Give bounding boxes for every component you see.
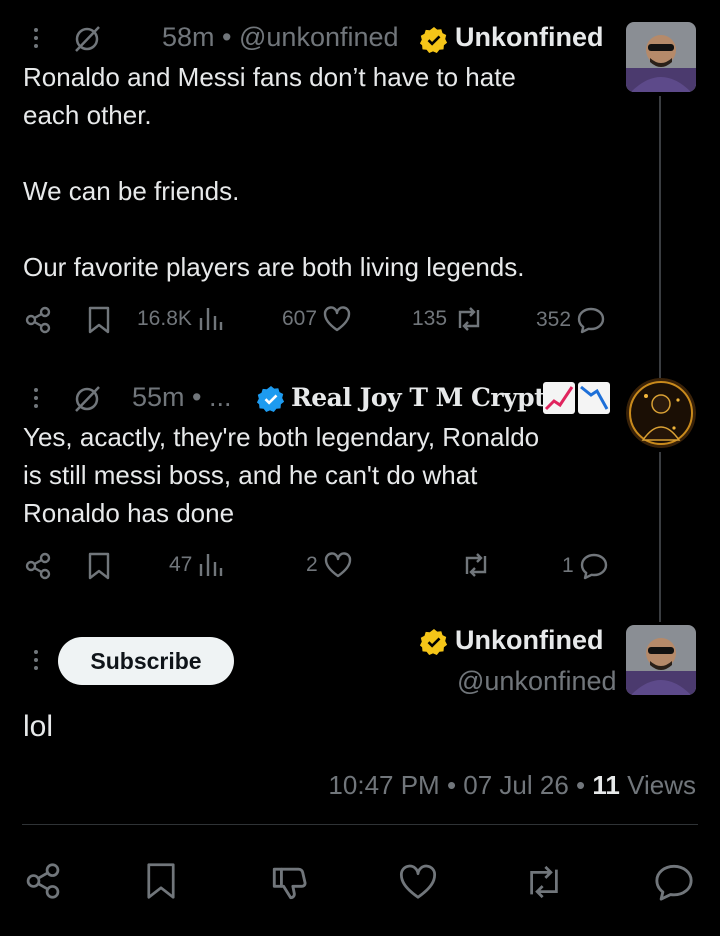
chart-up-emoji: [542, 381, 576, 420]
views-chart-icon: [200, 554, 223, 576]
reply-count: 1: [562, 554, 574, 577]
views-button[interactable]: 47: [169, 552, 224, 578]
views-count: 47: [169, 553, 193, 576]
views-count: 16.8K: [137, 307, 192, 330]
tweet-text: Yes, acactly, they're both legendary, Ro…: [23, 422, 540, 528]
repost-button[interactable]: [522, 864, 566, 905]
like-button[interactable]: 2: [306, 552, 352, 578]
heart-icon: [400, 864, 436, 899]
avatar[interactable]: [626, 22, 696, 92]
bookmark-button[interactable]: [87, 306, 111, 334]
meta-ellipsis: • ...: [192, 382, 232, 412]
views-count: 11: [592, 770, 620, 800]
tweet-handle[interactable]: @unkonfined: [239, 22, 399, 52]
reply-button[interactable]: 352: [536, 306, 605, 334]
avatar[interactable]: [626, 378, 696, 448]
share-button[interactable]: [24, 862, 62, 905]
author-name[interactable]: Unkonfined: [455, 22, 604, 53]
more-vertical-icon[interactable]: [34, 388, 40, 412]
tweet-timestamp: 10:47 PM • 07 Jul 26 • 11 Views: [328, 770, 696, 800]
share-button[interactable]: [24, 552, 52, 580]
tweet-text: lol: [23, 710, 54, 743]
author-name[interactable]: Unkonfined: [455, 625, 604, 656]
reply-button[interactable]: [654, 862, 694, 907]
chart-down-emoji: [577, 381, 611, 420]
date: 07 Jul 26: [463, 770, 569, 800]
mute-circle-icon[interactable]: [72, 24, 102, 59]
reply-icon: [580, 553, 607, 580]
tweet-meta: 58m • @unkonfined: [162, 22, 399, 52]
dislike-button[interactable]: [270, 862, 310, 907]
repost-icon: [465, 553, 487, 577]
tweet-text: Ronaldo and Messi fans don’t have to hat…: [23, 62, 525, 282]
more-vertical-icon[interactable]: [34, 650, 40, 674]
verified-gold-icon: [419, 628, 448, 661]
verified-blue-icon: [256, 385, 285, 418]
share-icon: [25, 306, 51, 334]
repost-count: 135: [412, 307, 448, 330]
bookmark-icon: [88, 306, 110, 334]
verified-gold-icon: [419, 26, 448, 59]
heart-icon: [323, 306, 351, 332]
repost-icon: [458, 307, 480, 331]
bookmark-icon: [88, 552, 110, 580]
like-count: 2: [306, 553, 318, 576]
thread-connector-line: [659, 452, 661, 622]
author-handle[interactable]: @unkonfined: [457, 666, 617, 697]
reply-icon: [655, 864, 693, 901]
reply-count: 352: [536, 308, 572, 331]
bookmark-icon: [147, 863, 175, 899]
repost-icon: [530, 865, 558, 899]
tweet-meta: 55m • ...: [132, 382, 232, 413]
more-vertical-icon[interactable]: [34, 28, 40, 52]
share-icon: [26, 863, 60, 899]
tweet-time: 58m: [162, 22, 215, 52]
time: 10:47 PM: [328, 770, 440, 800]
like-button[interactable]: 607: [282, 306, 351, 332]
divider: [22, 824, 698, 825]
views-label: Views: [627, 770, 696, 800]
author-name[interactable]: Real Joy T M Crypto: [291, 383, 562, 412]
reply-icon: [577, 307, 605, 334]
repost-button[interactable]: [454, 552, 492, 578]
subscribe-button[interactable]: Subscribe: [58, 637, 234, 685]
share-icon: [25, 552, 51, 580]
like-button[interactable]: [398, 864, 438, 905]
heart-icon: [324, 552, 351, 578]
views-button[interactable]: 16.8K: [137, 306, 224, 332]
mute-circle-icon[interactable]: [72, 384, 102, 419]
repost-button[interactable]: 135: [412, 306, 485, 332]
reply-button[interactable]: 1: [562, 552, 608, 580]
bookmark-button[interactable]: [87, 552, 111, 580]
thread-connector-line: [659, 96, 661, 378]
tweet-time: 55m: [132, 382, 185, 412]
views-chart-icon: [199, 308, 223, 330]
dislike-icon: [272, 867, 307, 900]
bookmark-button[interactable]: [144, 862, 178, 905]
like-count: 607: [282, 307, 318, 330]
share-button[interactable]: [24, 306, 52, 334]
avatar[interactable]: [626, 625, 696, 695]
